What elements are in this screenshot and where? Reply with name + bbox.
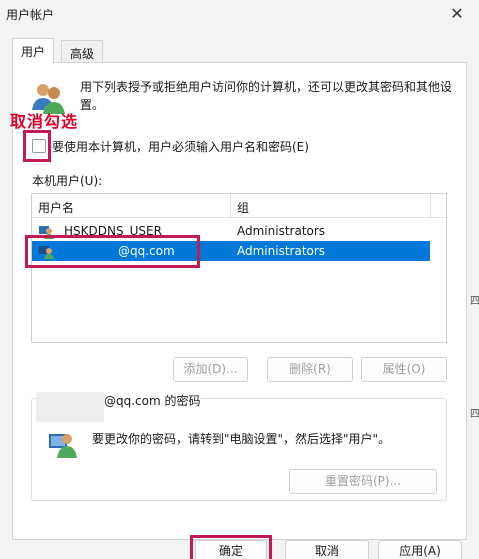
- tab-advanced[interactable]: 高级: [61, 40, 104, 62]
- annotation-label: 取消勾选: [10, 112, 79, 131]
- apply-button[interactable]: 应用(A): [378, 540, 462, 559]
- password-description: 要更改你的密码，请转到"电脑设置"，然后选择"用户"。: [92, 432, 391, 446]
- user-group: Administrators: [237, 224, 326, 238]
- properties-button[interactable]: 属性(O): [361, 357, 447, 382]
- column-divider[interactable]: [430, 194, 431, 218]
- window-title: 用户帐户: [6, 8, 55, 22]
- edge-char: 四: [470, 409, 479, 420]
- close-icon[interactable]: ✕: [445, 2, 469, 26]
- description-text: 用下列表授予或拒绝用户访问你的计算机，还可以更改其密码和其他设置。: [80, 80, 453, 112]
- tab-users[interactable]: 用户: [12, 38, 55, 64]
- annotation-box-checkbox: [23, 130, 51, 162]
- cancel-button[interactable]: 取消: [285, 540, 369, 559]
- title-bar: 用户帐户 ✕: [0, 0, 479, 30]
- add-user-button[interactable]: 添加(D)...: [173, 357, 248, 382]
- user-account-icon: [49, 434, 77, 458]
- password-section-title: @qq.com 的密码: [104, 392, 201, 409]
- edge-char: 四: [470, 296, 479, 307]
- reset-password-button[interactable]: 重置密码(P)...: [289, 469, 437, 494]
- user-group: Administrators: [237, 244, 326, 258]
- list-header: 用户名 组: [32, 194, 446, 218]
- annotation-box-ok: [190, 535, 272, 559]
- annotation-box-selected-user: [25, 235, 200, 268]
- redacted-area: [36, 392, 104, 422]
- users-list[interactable]: 用户名 组 HSKDDNS_USER Administrators @qq.co…: [31, 193, 447, 343]
- column-header-username[interactable]: 用户名: [38, 199, 74, 216]
- local-users-label: 本机用户(U):: [32, 174, 103, 188]
- remove-user-button[interactable]: 删除(R): [267, 357, 353, 382]
- require-password-label[interactable]: 要使用本计算机，用户必须输入用户名和密码(E): [52, 138, 309, 155]
- column-header-group[interactable]: 组: [237, 199, 249, 216]
- column-divider[interactable]: [230, 194, 231, 218]
